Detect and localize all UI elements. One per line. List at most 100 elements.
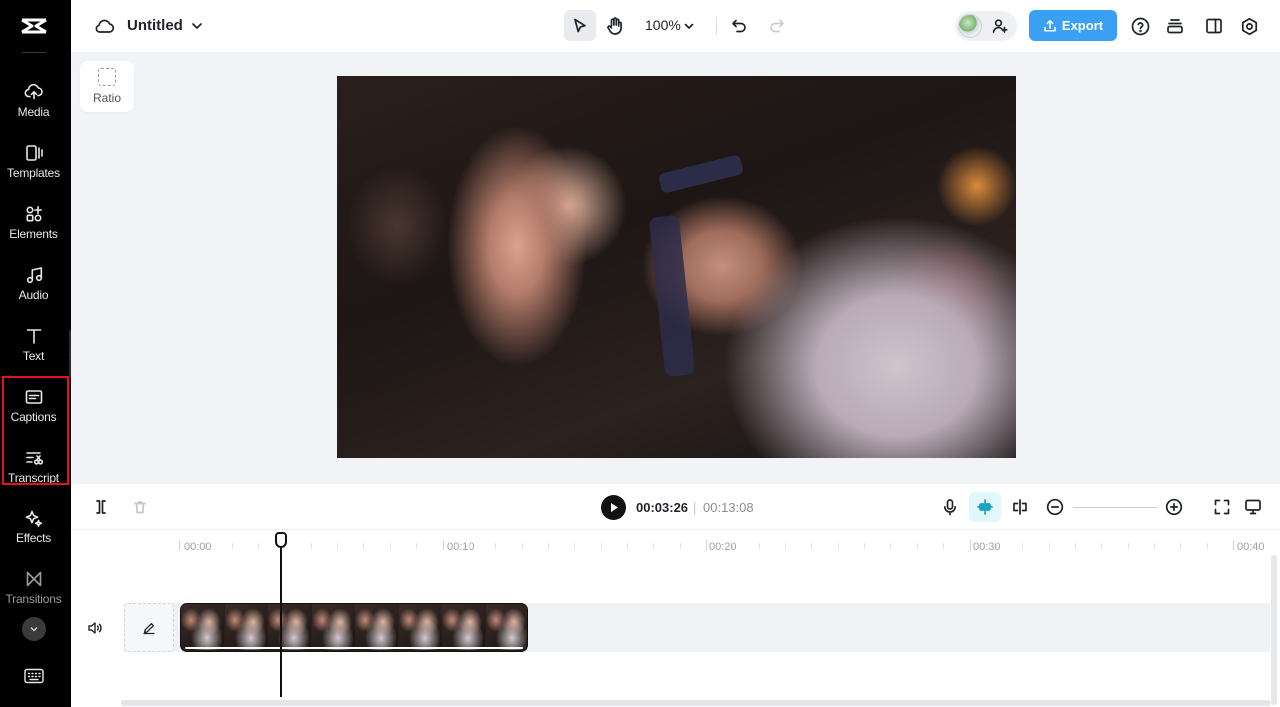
record-voiceover-button[interactable] (939, 496, 961, 518)
sidebar-item-transitions[interactable]: Transitions (0, 564, 67, 622)
horizontal-scrollbar[interactable] (121, 700, 1271, 706)
video-scene-detail (657, 154, 745, 194)
timeline-zoom-slider[interactable] (1073, 507, 1157, 508)
redo-icon (770, 19, 784, 33)
ruler-tick (890, 543, 891, 549)
more-tools-button[interactable] (22, 617, 46, 641)
hand-icon (607, 17, 622, 35)
ruler-tick (443, 540, 444, 550)
cursor-arrow-icon (574, 18, 586, 32)
toolbar-divider (716, 17, 717, 35)
cloud-save-button[interactable] (92, 14, 116, 38)
split-center-icon (1013, 499, 1027, 515)
ruler-tick (732, 543, 733, 549)
zoom-dropdown-button[interactable] (682, 17, 696, 35)
stack-menu-button[interactable] (1164, 15, 1186, 37)
cloud-icon (95, 19, 115, 33)
undo-icon (732, 19, 746, 33)
clip-thumbnail (442, 604, 485, 650)
ratio-button[interactable]: Ratio (80, 61, 134, 112)
settings-button[interactable] (1238, 15, 1260, 37)
split-panel-icon (1206, 18, 1222, 34)
project-title[interactable]: Untitled (127, 17, 183, 34)
ruler-tick (548, 543, 549, 549)
fullscreen-icon (1214, 499, 1230, 515)
title-dropdown-button[interactable] (187, 16, 207, 36)
sidebar-item-label: Transitions (5, 592, 62, 606)
ruler-tick (1233, 540, 1234, 550)
ruler-tick (416, 543, 417, 549)
ruler-tick (1022, 543, 1023, 549)
collaborators-avatar-group[interactable] (955, 11, 1017, 41)
video-clip[interactable] (180, 603, 528, 652)
clip-volume-line[interactable] (185, 647, 523, 649)
sidebar-item-media[interactable]: Media (0, 77, 67, 135)
ruler-tick (917, 543, 918, 549)
sidebar-item-templates[interactable]: Templates (0, 138, 67, 196)
split-at-playhead-button[interactable] (1009, 496, 1031, 518)
zoom-out-button[interactable] (1044, 496, 1066, 518)
vertical-scrollbar[interactable] (1271, 555, 1277, 705)
ruler-tick (864, 543, 865, 549)
sidebar-item-label: Effects (15, 531, 52, 545)
hand-tool-button[interactable] (602, 12, 628, 40)
ruler-tick (574, 543, 575, 549)
ruler-tick (1180, 543, 1181, 549)
undo-button[interactable] (727, 13, 751, 39)
logo-divider (22, 52, 46, 53)
ruler-tick (1101, 543, 1102, 549)
fit-timeline-button[interactable] (1211, 496, 1233, 518)
clip-thumbnail (311, 604, 355, 650)
layers-icon (1167, 19, 1183, 34)
ruler-tick (996, 543, 997, 549)
sidebar-item-label: Templates (7, 166, 60, 180)
help-button[interactable] (1129, 15, 1151, 37)
chevron-down-icon (30, 626, 38, 632)
invite-collaborator-button[interactable] (990, 17, 1010, 35)
play-button[interactable] (601, 495, 626, 520)
minus-circle-icon (1046, 498, 1064, 516)
ruler-tick (390, 543, 391, 549)
pencil-icon (143, 622, 155, 634)
select-tool-button[interactable] (564, 10, 596, 41)
ruler-tick (522, 543, 523, 549)
clip-thumbnail (355, 604, 398, 650)
video-scene-detail (648, 214, 696, 378)
ruler-label: 00:10 (447, 541, 475, 553)
ruler-tick (363, 543, 364, 549)
playhead[interactable] (280, 543, 282, 697)
sidebar-item-effects[interactable]: Effects (0, 503, 67, 561)
redo-button[interactable] (765, 13, 789, 39)
ruler-label: 00:00 (184, 541, 212, 553)
timeline: 00:00 00:10 00:20 00:30 00:40 (71, 531, 1280, 707)
user-avatar[interactable] (958, 14, 982, 38)
magnet-snap-button[interactable] (969, 492, 1001, 522)
aspect-ratio-icon (98, 68, 116, 86)
sidebar-item-label: Text (22, 349, 45, 363)
panel-layout-button[interactable] (1203, 15, 1225, 37)
ruler-tick (337, 543, 338, 549)
ruler-tick (838, 543, 839, 549)
video-preview[interactable] (337, 76, 1016, 458)
left-sidebar: Media Templates Elements Audio Text Capt… (0, 0, 71, 707)
canvas-area: Ratio (71, 52, 1280, 484)
text-t-icon (26, 329, 41, 344)
export-button[interactable]: Export (1029, 10, 1117, 41)
keyboard-shortcuts-icon[interactable] (24, 668, 44, 684)
zoom-level[interactable]: 100% (645, 17, 681, 33)
sidebar-item-audio[interactable]: Audio (0, 260, 67, 318)
ruler-tick (1154, 543, 1155, 549)
monitor-icon (1245, 499, 1261, 515)
zoom-in-button[interactable] (1163, 496, 1185, 518)
auto-snap-icon (977, 499, 993, 515)
split-icon (96, 500, 106, 514)
timeline-display-button[interactable] (1242, 496, 1264, 518)
playhead-handle[interactable] (275, 532, 287, 548)
track-audio-icon[interactable] (87, 620, 103, 636)
ruler-tick (469, 543, 470, 549)
edit-cover-button[interactable] (124, 603, 174, 652)
delete-button[interactable] (130, 497, 150, 517)
sidebar-item-text[interactable]: Text (0, 321, 67, 379)
sidebar-item-elements[interactable]: Elements (0, 199, 67, 257)
split-button[interactable] (91, 497, 111, 517)
